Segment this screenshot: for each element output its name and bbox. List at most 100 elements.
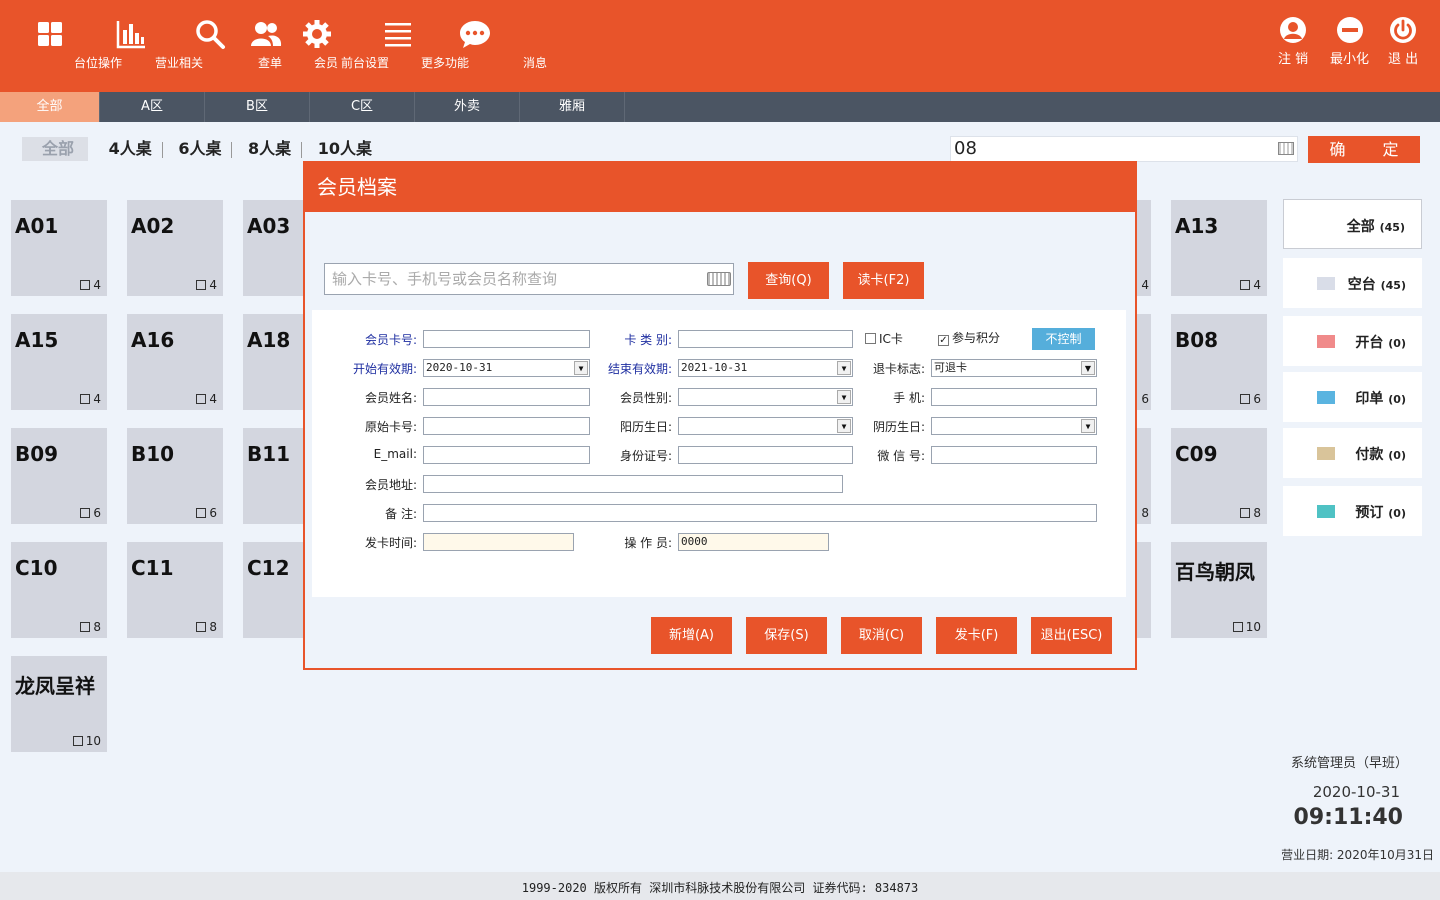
wechat-field[interactable] [931, 446, 1097, 464]
zone-tab-takeout[interactable]: 外卖 [415, 92, 520, 122]
nav-table-ops[interactable]: 台位操作 [34, 18, 122, 70]
mobile-field[interactable] [931, 388, 1097, 406]
end-date-field[interactable]: 2021-10-31 ▼ [678, 359, 853, 377]
seat-icon [72, 736, 83, 746]
lunar-birthday-select[interactable]: ▼ [931, 417, 1097, 435]
users-icon [251, 22, 282, 46]
exit-dialog-button[interactable]: 退出(ESC) [1031, 617, 1112, 654]
table-tile[interactable]: B09 6 [11, 428, 107, 524]
seat-filter-8[interactable]: 8人桌 [240, 137, 299, 161]
status-filter-reserved[interactable]: 预订 (0) [1283, 486, 1422, 536]
table-tile[interactable]: B08 6 [1171, 314, 1267, 410]
address-field[interactable] [423, 475, 843, 493]
card-type-field[interactable] [678, 330, 853, 348]
zone-tab-a[interactable]: A区 [100, 92, 205, 122]
chevron-down-icon[interactable]: ▼ [1081, 361, 1095, 375]
refund-flag-select[interactable]: 可退卡 ▼ [931, 359, 1097, 377]
table-tile[interactable]: A13 4 [1171, 200, 1267, 296]
minimize-button[interactable]: 最小化 [1330, 16, 1369, 67]
status-filter-paid[interactable]: 付款 (0) [1283, 428, 1422, 478]
status-label: 开台 [1355, 335, 1384, 351]
status-text: 开台 (0) [1355, 332, 1406, 352]
table-tile[interactable]: 百鸟朝凤 10 [1171, 542, 1267, 638]
nav-member[interactable]: 会员 [250, 18, 338, 70]
zone-tab-all[interactable]: 全部 [0, 92, 100, 122]
table-tile-partial[interactable]: 4 [1136, 200, 1151, 296]
cancel-button[interactable]: 取消(C) [841, 617, 922, 654]
table-tile-partial[interactable] [1136, 542, 1151, 638]
seat-icon [80, 622, 91, 632]
query-button[interactable]: 查询(Q) [748, 262, 829, 299]
status-label: 全部 [1346, 219, 1375, 235]
name-label: 会员姓名: [364, 391, 417, 405]
nav-query-bill[interactable]: 查单 [194, 18, 282, 70]
gender-label: 会员性别: [619, 391, 672, 405]
keyboard-icon[interactable] [1278, 142, 1294, 155]
no-control-button[interactable]: 不控制 [1032, 328, 1095, 350]
chevron-down-icon[interactable]: ▼ [837, 390, 851, 404]
table-tile[interactable]: A15 4 [11, 314, 107, 410]
start-date-field[interactable]: 2020-10-31 ▼ [423, 359, 590, 377]
chevron-down-icon[interactable]: ▼ [837, 361, 851, 375]
chevron-down-icon[interactable]: ▼ [1081, 419, 1095, 433]
seat-count-value: 4 [1253, 278, 1261, 292]
add-button[interactable]: 新增(A) [651, 617, 732, 654]
seat-count-value: 4 [1141, 278, 1149, 292]
name-field[interactable] [423, 388, 590, 406]
status-filter-idle[interactable]: 空台 (45) [1283, 258, 1422, 308]
seat-filter-all[interactable]: 全部 [22, 137, 89, 161]
zone-tab-private-room[interactable]: 雅厢 [520, 92, 625, 122]
seat-filter-4[interactable]: 4人桌 [101, 137, 160, 161]
exit-button[interactable]: 退 出 [1388, 16, 1418, 67]
status-filter-open[interactable]: 开台 (0) [1283, 316, 1422, 366]
seat-filter-6[interactable]: 6人桌 [170, 137, 229, 161]
table-tile[interactable]: B10 6 [127, 428, 223, 524]
confirm-button[interactable]: 确 定 [1308, 136, 1420, 163]
read-card-button[interactable]: 读卡(F2) [843, 262, 924, 299]
card-no-field[interactable] [423, 330, 590, 348]
table-tile-partial[interactable]: 6 [1136, 314, 1151, 410]
solar-birthday-select[interactable]: ▼ [678, 417, 853, 435]
table-tile-partial[interactable]: 8 [1136, 428, 1151, 524]
status-filter-printed[interactable]: 印单 (0) [1283, 372, 1422, 422]
status-filter-all[interactable]: 全部 (45) [1283, 199, 1422, 249]
table-tile[interactable]: A01 4 [11, 200, 107, 296]
seat-filter-10[interactable]: 10人桌 [310, 137, 380, 161]
status-text: 空台 (45) [1348, 274, 1406, 294]
zone-tab-b[interactable]: B区 [205, 92, 310, 122]
zone-tab-c[interactable]: C区 [310, 92, 415, 122]
orig-card-field[interactable] [423, 417, 590, 435]
table-search-input[interactable]: 08 [950, 136, 1298, 162]
table-tile[interactable]: A02 4 [127, 200, 223, 296]
table-tile[interactable]: A16 4 [127, 314, 223, 410]
points-checkbox[interactable]: ✓ 参与积分 [938, 329, 1000, 346]
status-text: 预订 (0) [1355, 502, 1406, 522]
chevron-down-icon[interactable]: ▼ [574, 361, 588, 375]
member-search-input[interactable]: 输入卡号、手机号或会员名称查询 [324, 263, 734, 295]
table-tile[interactable]: 龙凤呈祥 10 [11, 656, 107, 752]
remark-field[interactable] [423, 504, 1097, 522]
gender-select[interactable]: ▼ [678, 388, 853, 406]
table-tile[interactable]: C09 8 [1171, 428, 1267, 524]
card-no-label: 会员卡号: [364, 333, 417, 347]
nav-front-settings[interactable]: 前台设置 [301, 18, 389, 70]
keyboard-icon[interactable] [707, 272, 731, 286]
chevron-down-icon[interactable]: ▼ [837, 419, 851, 433]
status-count: (0) [1388, 337, 1406, 350]
ic-card-checkbox[interactable]: IC卡 [865, 330, 903, 347]
nav-business[interactable]: 营业相关 [115, 18, 203, 70]
nav-more[interactable]: 更多功能 [381, 18, 469, 70]
issue-card-button[interactable]: 发卡(F) [936, 617, 1017, 654]
save-button[interactable]: 保存(S) [746, 617, 827, 654]
seat-count: 4 [1240, 278, 1261, 292]
nav-label: 消息 [522, 56, 547, 70]
seat-count: 6 [80, 506, 101, 520]
nav-message[interactable]: 消息 [459, 18, 547, 70]
seat-count-value: 6 [1253, 392, 1261, 406]
table-tile[interactable]: C10 8 [11, 542, 107, 638]
email-field[interactable] [423, 446, 590, 464]
logout-button[interactable]: 注 销 [1278, 16, 1308, 67]
id-card-field[interactable] [678, 446, 853, 464]
table-tile[interactable]: C11 8 [127, 542, 223, 638]
table-name: C10 [15, 556, 58, 580]
